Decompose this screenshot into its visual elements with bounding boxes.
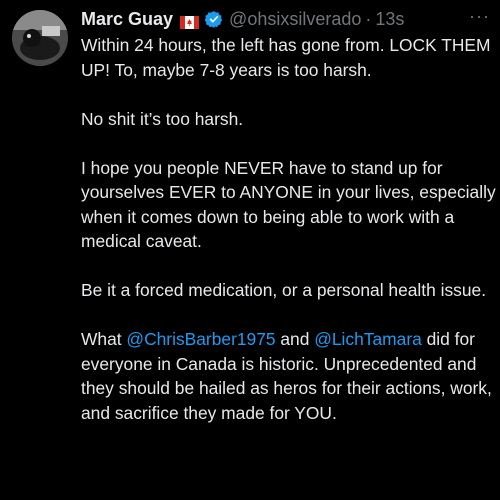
canada-flag-icon	[180, 13, 200, 29]
avatar-image	[12, 10, 68, 66]
tweet-paragraph: Be it a forced medication, or a personal…	[81, 280, 487, 300]
mention-link[interactable]: @ChrisBarber1975	[126, 329, 275, 349]
tweet-timestamp[interactable]: 13s	[375, 9, 404, 30]
tweet-paragraph: What @ChrisBarber1975 and @LichTamara di…	[81, 327, 499, 425]
author-handle[interactable]: @ohsixsilverado	[229, 9, 361, 30]
author-name[interactable]: Marc Guay	[81, 9, 173, 30]
text-segment: What	[81, 329, 127, 349]
separator-dot: ·	[365, 8, 372, 29]
verified-badge-icon	[204, 10, 223, 28]
mention-link[interactable]: @LichTamara	[314, 329, 422, 349]
tweet-header: Marc Guay @ohsixsilverado · 13s	[81, 6, 492, 32]
more-options-icon[interactable]: ···	[469, 6, 490, 27]
tweet-paragraph: No shit it’s too harsh.	[81, 108, 244, 129]
tweet-paragraph: Within 24 hours, the left has gone from.…	[81, 35, 491, 80]
tweet-paragraph: I hope you people NEVER have to stand up…	[81, 157, 496, 252]
text-segment: and	[275, 329, 315, 349]
avatar[interactable]	[12, 10, 68, 66]
tweet-text: Within 24 hours, the left has gone from.…	[81, 33, 499, 450]
